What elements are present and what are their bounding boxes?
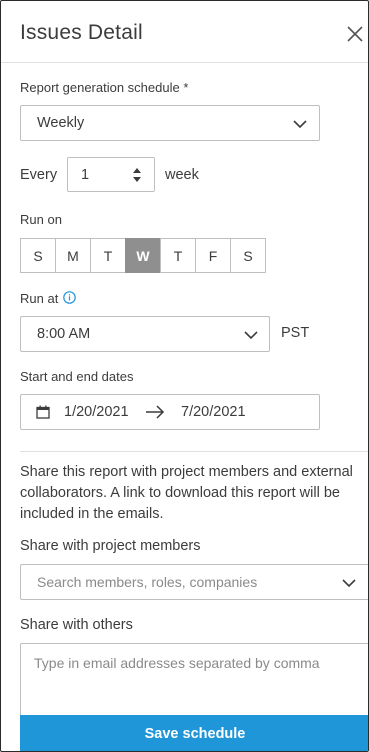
- arrow-right-icon: [146, 405, 165, 419]
- day-sunday[interactable]: S: [20, 238, 56, 273]
- chevron-down-icon: [244, 331, 258, 340]
- share-description: Share this report with project members a…: [20, 464, 353, 522]
- run-at-time-value: 8:00 AM: [37, 326, 91, 342]
- interval-stepper[interactable]: 1: [67, 157, 155, 192]
- weekday-picker: S M T W T F S: [20, 238, 266, 273]
- day-monday[interactable]: M: [55, 238, 91, 273]
- run-on-label: Run on: [20, 212, 62, 227]
- schedule-value: Weekly: [37, 115, 85, 131]
- stepper-arrows-icon[interactable]: [132, 166, 142, 184]
- day-wednesday[interactable]: W: [125, 238, 161, 273]
- members-search-select[interactable]: Search members, roles, companies: [20, 564, 368, 600]
- section-divider: [20, 451, 368, 452]
- info-icon[interactable]: [63, 291, 76, 304]
- panel-header: Issues Detail: [1, 1, 368, 63]
- run-at-label: Run at: [20, 291, 59, 306]
- timezone-label: PST: [281, 325, 310, 341]
- share-members-label: Share with project members: [20, 538, 201, 554]
- save-schedule-button[interactable]: Save schedule: [20, 715, 368, 751]
- issues-detail-panel: Issues Detail Report generation schedule…: [0, 0, 369, 752]
- close-icon[interactable]: [346, 25, 364, 43]
- date-range-picker[interactable]: 1/20/2021 7/20/2021: [20, 394, 320, 430]
- day-tuesday[interactable]: T: [90, 238, 126, 273]
- calendar-icon: [36, 405, 50, 419]
- end-date: 7/20/2021: [181, 404, 246, 420]
- interval-value: 1: [81, 167, 90, 183]
- dates-label: Start and end dates: [20, 369, 134, 384]
- day-thursday[interactable]: T: [160, 238, 196, 273]
- day-friday[interactable]: F: [195, 238, 231, 273]
- start-date: 1/20/2021: [64, 404, 129, 420]
- share-others-label: Share with others: [20, 617, 133, 633]
- every-label: Every: [20, 167, 58, 183]
- chevron-down-icon: [293, 120, 307, 129]
- members-search-placeholder: Search members, roles, companies: [37, 574, 258, 590]
- day-saturday[interactable]: S: [230, 238, 266, 273]
- email-addresses-placeholder: Type in email addresses separated by com…: [34, 655, 320, 671]
- schedule-label: Report generation schedule *: [20, 80, 189, 95]
- chevron-down-icon: [342, 579, 356, 588]
- run-at-time-select[interactable]: 8:00 AM: [20, 316, 270, 352]
- schedule-select[interactable]: Weekly: [20, 105, 320, 141]
- panel-title: Issues Detail: [20, 21, 143, 44]
- interval-unit: week: [165, 167, 199, 183]
